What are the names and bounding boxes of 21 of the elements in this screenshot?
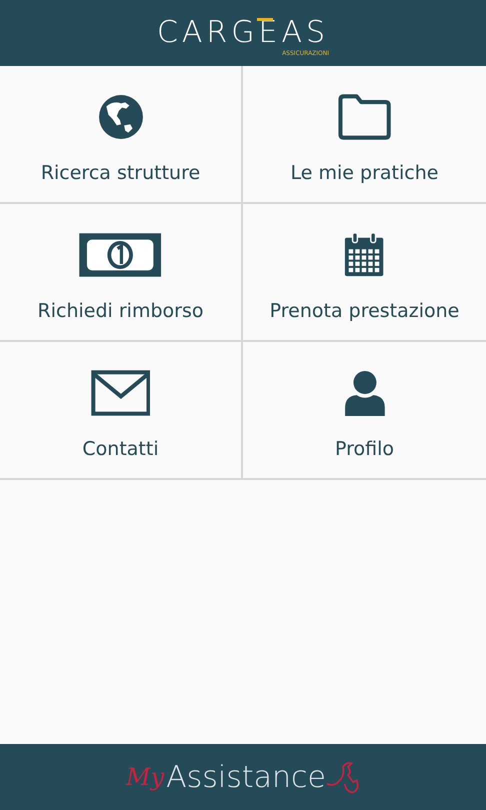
menu-tile[interactable]: Prenota prestazione	[243, 204, 486, 342]
menu-tile[interactable]: Profilo	[243, 342, 486, 480]
menu-tile[interactable]: Le mie pratiche	[243, 66, 486, 204]
person-icon	[342, 370, 386, 416]
menu-label: Profilo	[334, 438, 394, 460]
menu-label: Le mie pratiche	[290, 162, 438, 184]
globe-icon	[98, 94, 144, 140]
menu-label: Contatti	[82, 438, 159, 460]
menu-label: Prenota prestazione	[270, 300, 460, 322]
logo-text: Assistance	[166, 760, 326, 794]
envelope-icon	[90, 370, 150, 416]
menu-label: Ricerca strutture	[40, 162, 200, 184]
menu-tile[interactable]: Richiedi rimborso	[0, 204, 243, 342]
calendar-icon	[343, 232, 386, 278]
folder-icon	[336, 94, 392, 140]
menu-tile[interactable]: Contatti	[0, 342, 243, 480]
logo-script-text: My	[126, 763, 164, 791]
menu-tile[interactable]: Ricerca strutture	[0, 66, 243, 204]
banknote-icon	[78, 232, 163, 278]
phone-handset-icon	[326, 760, 360, 794]
menu-label: Richiedi rimborso	[38, 300, 204, 322]
